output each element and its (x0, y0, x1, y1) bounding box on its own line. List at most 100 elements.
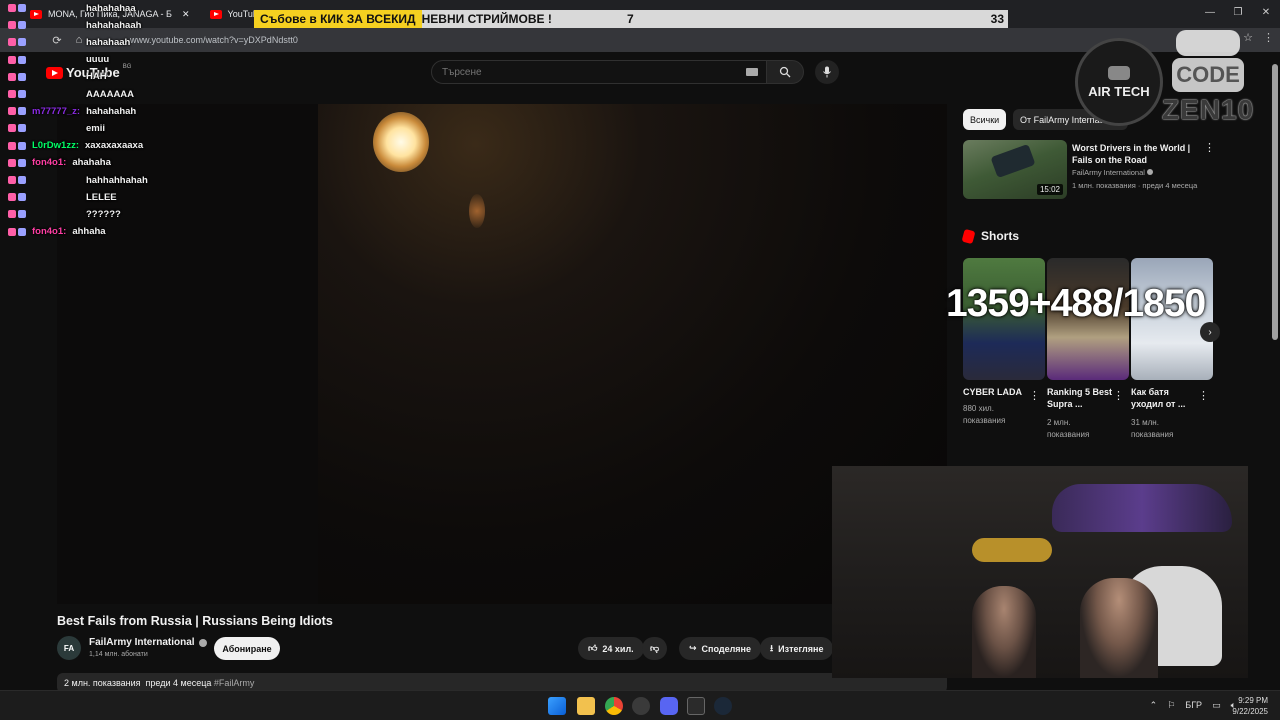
discord-icon[interactable] (660, 697, 678, 715)
more-options-icon[interactable]: ⋮ (1204, 141, 1215, 154)
chat-message: uuuu (8, 53, 109, 67)
announcement-highlight: Събове в КИК ЗА ВСЕКИД (254, 10, 422, 28)
earbuds-image (1176, 30, 1240, 56)
promo-code-value: ZEN10 (1162, 94, 1255, 125)
chat-username[interactable]: m77777_z: (32, 106, 80, 117)
clock-date: 9/22/2025 (1232, 707, 1268, 716)
chat-username[interactable]: fon4o1: (32, 226, 66, 237)
chat-message: AAAAAAA (8, 87, 134, 101)
maximize-icon[interactable]: ❐ (1224, 0, 1252, 24)
bookmark-star-icon[interactable]: ☆ (1243, 31, 1253, 44)
chat-badge-icon (18, 141, 26, 150)
recommendation-title[interactable]: Worst Drivers in the World | Fails on th… (1072, 142, 1198, 166)
chat-message: HAH (8, 70, 107, 84)
channel-avatar[interactable]: FA (57, 636, 81, 660)
webcam-car (972, 538, 1052, 562)
recommendation-channel[interactable]: FailArmy International (1072, 168, 1154, 177)
chat-badge-icon (18, 55, 26, 64)
chat-text: ahahaha (72, 157, 111, 169)
chat-message: ?????? (8, 207, 121, 221)
start-icon[interactable] (548, 697, 566, 715)
browser-menu-icon[interactable]: ⋮ (1263, 31, 1274, 44)
subscriber-count: 1,14 млн. абонати (89, 651, 148, 658)
sponsor-name: AIR TECH (1088, 83, 1150, 99)
address-bar-actions: ☆ ⋮ (1243, 31, 1274, 44)
sponsor-logo: AIR TECH (1075, 38, 1163, 126)
network-icon[interactable]: ⚐ (1167, 700, 1175, 711)
video-duration: 15:02 (1036, 184, 1063, 195)
recommendation-thumbnail[interactable]: 15:02 (963, 140, 1067, 199)
chat-text: HAH (86, 71, 107, 83)
taskbar-clock[interactable]: 9:29 PM 9/22/2025 (1232, 695, 1268, 717)
subscriber-badge-icon (8, 21, 16, 30)
dislike-button[interactable]: 👎︎ (642, 637, 668, 660)
chrome-icon[interactable] (605, 697, 623, 715)
handshake-icon (1108, 65, 1130, 80)
chat-badge-icon (18, 124, 26, 133)
short-title[interactable]: Как батя уходил от ... (1131, 386, 1201, 410)
more-options-icon[interactable]: ⋮ (1198, 389, 1209, 402)
chat-message: fon4o1: ahahaha (8, 156, 111, 170)
subscriber-badge-icon (8, 158, 16, 167)
language-indicator[interactable]: БГР (1185, 700, 1202, 711)
channel-name[interactable]: FailArmy International (89, 637, 207, 648)
chat-badge-icon (18, 158, 26, 167)
announcement-left-number: 7 (627, 12, 634, 26)
chat-text: xaxaxaxaaxa (84, 140, 144, 152)
subscribe-button[interactable]: Абониране (214, 637, 280, 660)
chat-text: hahahaah (86, 36, 131, 48)
page-scrollbar[interactable] (1270, 52, 1280, 690)
short-title[interactable]: Ranking 5 Best Supra ... (1047, 386, 1117, 410)
search-input[interactable] (442, 66, 732, 78)
file-explorer-icon[interactable] (577, 697, 595, 715)
terminal-icon[interactable] (687, 697, 705, 715)
search-button[interactable] (766, 60, 804, 84)
chat-username[interactable]: L0rDw1zz: (32, 140, 79, 151)
chat-badge-icon (18, 227, 26, 236)
youtube-tab-icon (209, 9, 222, 19)
chat-message: LELEE (8, 190, 117, 204)
short-views-count: 31 млн. (1131, 418, 1159, 427)
download-button[interactable]: ⭳ Изтегляне (760, 637, 834, 660)
more-options-icon[interactable]: ⋮ (1113, 389, 1124, 402)
chat-badge-icon (18, 210, 26, 219)
subscriber-badge-icon (8, 55, 16, 64)
url-field[interactable]: www.youtube.com/watch?v=yDXPdNdstt0 (130, 35, 298, 45)
chevron-up-icon[interactable]: ⌃ (1150, 700, 1158, 711)
voice-search-button[interactable] (815, 60, 839, 84)
share-button[interactable]: ↪ Споделяне (679, 637, 761, 660)
video-player[interactable] (57, 104, 947, 604)
like-button[interactable]: 👍︎ 24 хил. (578, 637, 644, 660)
close-tab-icon[interactable]: ✕ (182, 9, 190, 20)
minimize-icon[interactable]: — (1196, 0, 1224, 24)
chat-text: AAAAAAA (86, 88, 135, 100)
keyboard-icon[interactable] (746, 68, 758, 76)
hashtag-link[interactable]: #FailArmy (214, 678, 255, 688)
chat-text: hahahahaah (86, 19, 142, 31)
chat-text: ?????? (86, 208, 121, 220)
close-window-icon[interactable]: ✕ (1252, 0, 1280, 24)
scrollbar-thumb[interactable] (1272, 64, 1278, 340)
chat-badge-icon (18, 4, 26, 12)
more-options-icon[interactable]: ⋮ (1029, 389, 1040, 402)
chat-badge-icon (18, 38, 26, 47)
chat-message: m77777_z: hahahahah (8, 104, 136, 118)
obs-icon[interactable] (632, 697, 650, 715)
chip-all[interactable]: Всички (963, 109, 1007, 130)
thumbs-up-icon: 👍︎ (588, 643, 598, 653)
search-icon (779, 66, 791, 78)
recommendation-meta: 1 млн. показвания · преди 4 месеца (1072, 181, 1198, 190)
steam-icon[interactable] (714, 697, 732, 715)
short-title[interactable]: CYBER LADA (963, 386, 1033, 398)
chat-badge-icon (18, 72, 26, 81)
chat-username[interactable]: fon4o1: (32, 157, 66, 168)
chat-text: hahhahhahah (86, 174, 148, 186)
stream-goal-counter: 1359+488/1850 (946, 282, 1206, 325)
search-box (431, 60, 767, 84)
chat-text: uuuu (86, 54, 110, 66)
thumbnail-car (990, 143, 1036, 179)
verified-icon (198, 638, 207, 647)
shorts-heading: Shorts (961, 228, 1019, 244)
microphone-icon (823, 66, 831, 78)
display-icon[interactable]: ▭ (1212, 700, 1221, 711)
